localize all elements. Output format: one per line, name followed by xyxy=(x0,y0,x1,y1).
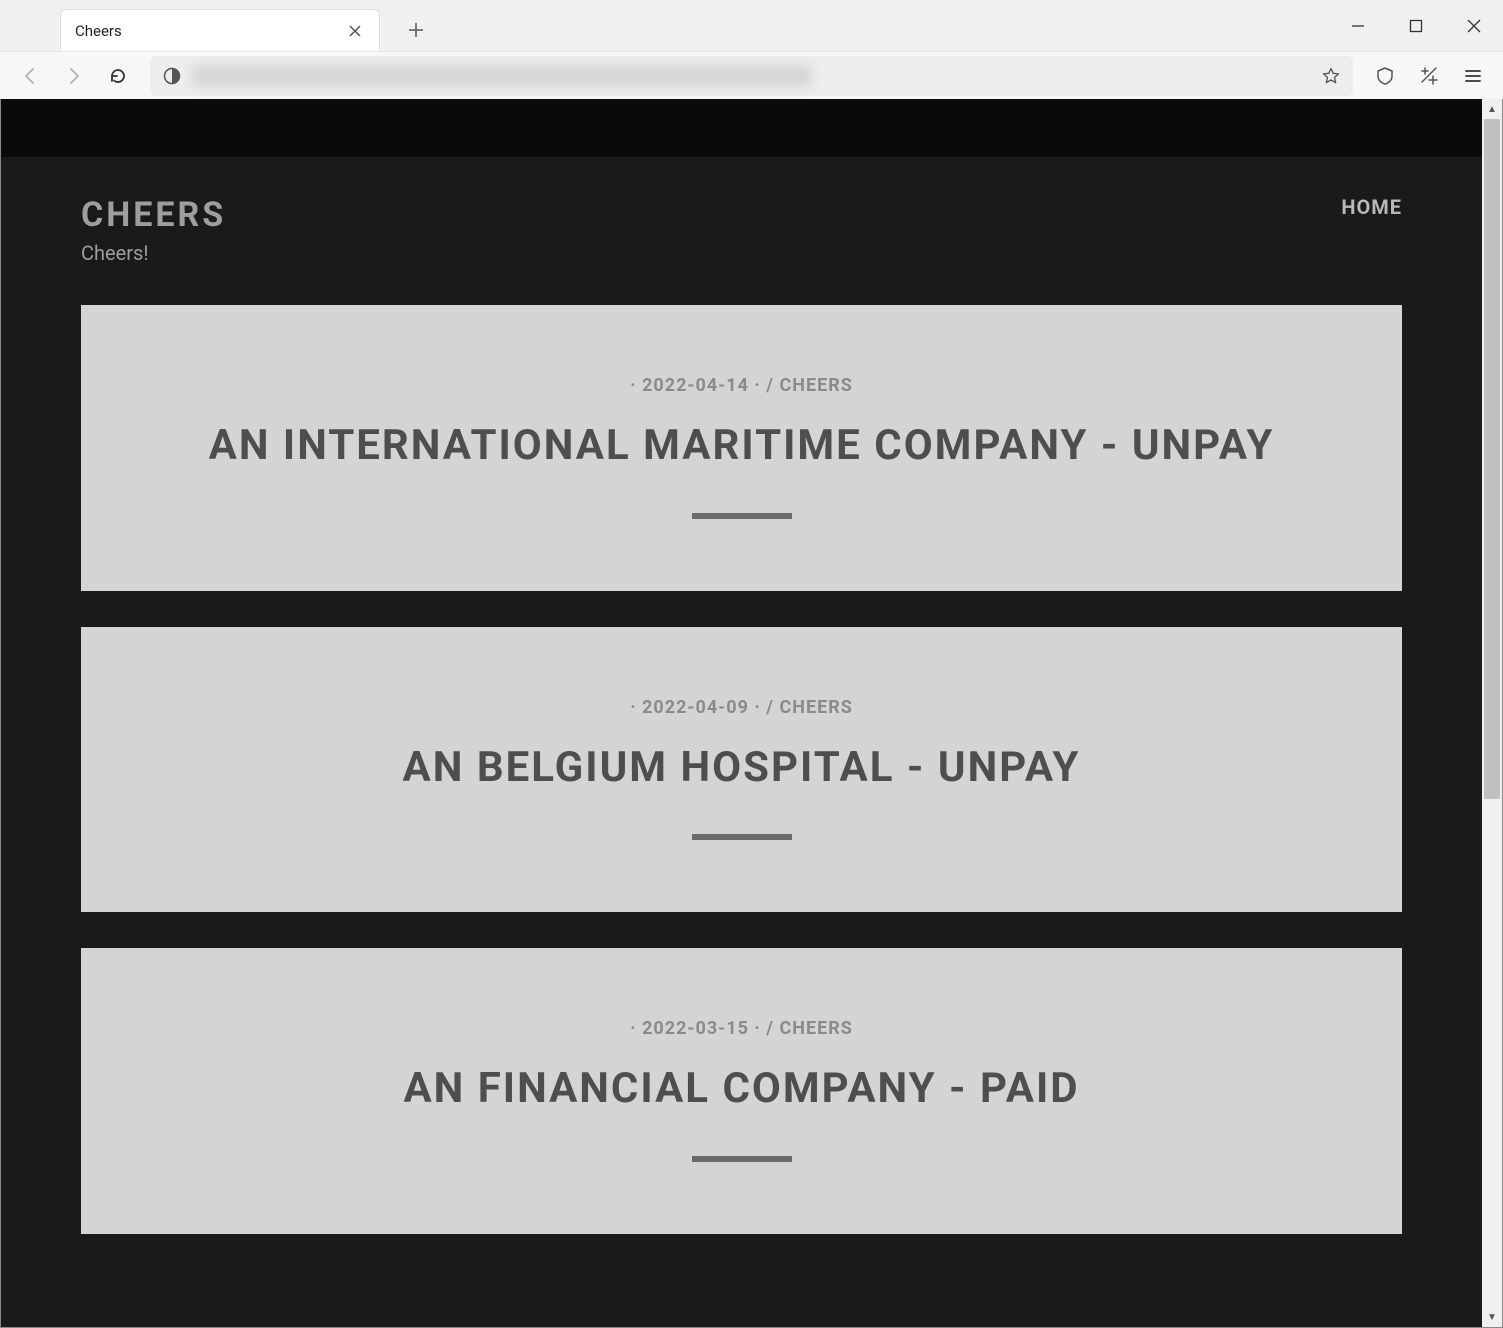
post-title[interactable]: AN FINANCIAL COMPANY - PAID xyxy=(121,1061,1362,1118)
post-meta: · 2022-03-15 · / CHEERS xyxy=(121,1018,1362,1039)
top-bar xyxy=(1,99,1482,157)
browser-toolbar xyxy=(0,51,1503,99)
window-controls xyxy=(1329,0,1503,51)
back-button[interactable] xyxy=(10,56,50,96)
post-date: 2022-04-14 xyxy=(642,375,749,396)
shield-icon[interactable] xyxy=(1365,56,1405,96)
post-meta: · 2022-04-09 · / CHEERS xyxy=(121,697,1362,718)
post-card[interactable]: · 2022-03-15 · / CHEERS AN FINANCIAL COM… xyxy=(81,948,1402,1234)
post-list: · 2022-04-14 · / CHEERS AN INTERNATIONAL… xyxy=(1,265,1482,1234)
site-header: CHEERS Cheers! HOME xyxy=(1,157,1482,265)
page-viewport: CHEERS Cheers! HOME · 2022-04-14 · / CHE… xyxy=(0,99,1503,1328)
post-author: CHEERS xyxy=(779,697,852,718)
brand-block: CHEERS Cheers! xyxy=(81,195,226,265)
forward-button[interactable] xyxy=(54,56,94,96)
vertical-scrollbar[interactable]: ▲ ▼ xyxy=(1482,99,1502,1327)
bookmark-star-icon[interactable] xyxy=(1317,62,1345,90)
divider-rule xyxy=(692,513,792,519)
tracking-protection-icon[interactable] xyxy=(158,62,186,90)
divider-rule xyxy=(692,1156,792,1162)
post-author: CHEERS xyxy=(779,375,852,396)
scrollbar-thumb[interactable] xyxy=(1484,119,1500,799)
new-tab-button[interactable] xyxy=(398,12,434,48)
reload-button[interactable] xyxy=(98,56,138,96)
maximize-button[interactable] xyxy=(1387,5,1445,47)
tab-title: Cheers xyxy=(75,22,345,40)
divider-rule xyxy=(692,834,792,840)
scroll-down-arrow-icon[interactable]: ▼ xyxy=(1482,1307,1502,1327)
page-content: CHEERS Cheers! HOME · 2022-04-14 · / CHE… xyxy=(1,99,1482,1327)
site-title[interactable]: CHEERS xyxy=(81,195,226,235)
post-title[interactable]: AN INTERNATIONAL MARITIME COMPANY - UNPA… xyxy=(121,418,1362,475)
close-icon[interactable] xyxy=(345,21,365,41)
post-meta: · 2022-04-14 · / CHEERS xyxy=(121,375,1362,396)
site-nav: HOME xyxy=(1341,195,1402,219)
post-title[interactable]: AN BELGIUM HOSPITAL - UNPAY xyxy=(121,740,1362,797)
nav-home-link[interactable]: HOME xyxy=(1341,195,1402,219)
browser-chrome: Cheers xyxy=(0,0,1503,99)
window-close-button[interactable] xyxy=(1445,5,1503,47)
sparkle-icon[interactable] xyxy=(1409,56,1449,96)
url-text-blurred xyxy=(192,65,812,87)
hamburger-menu-icon[interactable] xyxy=(1453,56,1493,96)
post-date: 2022-03-15 xyxy=(642,1018,749,1039)
post-author: CHEERS xyxy=(779,1018,852,1039)
site-tagline: Cheers! xyxy=(81,241,226,265)
minimize-button[interactable] xyxy=(1329,5,1387,47)
post-card[interactable]: · 2022-04-14 · / CHEERS AN INTERNATIONAL… xyxy=(81,305,1402,591)
post-date: 2022-04-09 xyxy=(642,697,749,718)
scroll-up-arrow-icon[interactable]: ▲ xyxy=(1482,99,1502,119)
url-bar[interactable] xyxy=(150,56,1353,96)
post-card[interactable]: · 2022-04-09 · / CHEERS AN BELGIUM HOSPI… xyxy=(81,627,1402,913)
tab-strip: Cheers xyxy=(0,0,1503,51)
browser-tab[interactable]: Cheers xyxy=(60,9,380,51)
